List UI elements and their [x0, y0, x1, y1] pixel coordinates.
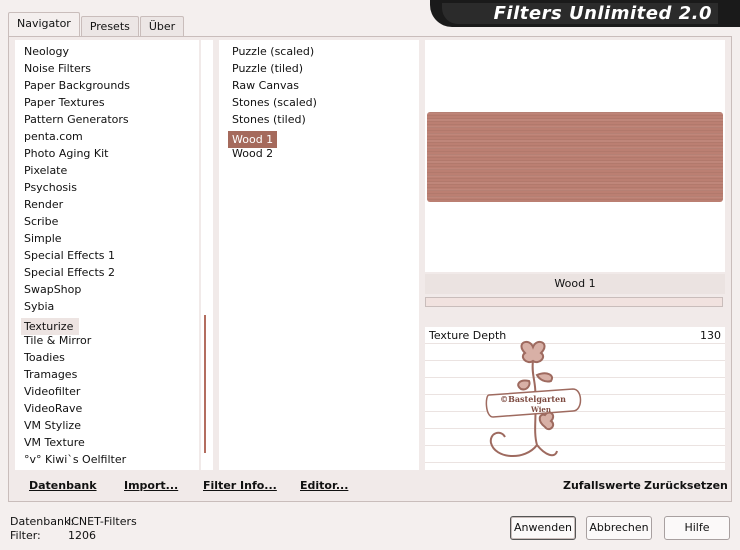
editor-button[interactable]: Editor...	[300, 477, 348, 495]
category-scrollbar-thumb[interactable]	[204, 315, 206, 453]
status-filter-value: 1206	[68, 529, 96, 542]
tab-presets[interactable]: Presets	[80, 16, 139, 36]
parameter-list: Texture Depth 130 ©Bastelgarten Wien	[425, 327, 725, 470]
category-item[interactable]: Simple	[15, 230, 199, 247]
status-db-label: Datenbank:	[10, 515, 75, 528]
category-item[interactable]: Render	[15, 196, 199, 213]
abbrechen-button[interactable]: Abbrechen	[586, 516, 652, 540]
filter-item[interactable]: Wood 2	[219, 145, 419, 162]
preview-area	[425, 40, 725, 272]
navigator-panel: Neology Noise Filters Paper Backgrounds Pap…	[8, 36, 732, 502]
category-item[interactable]: penta.com	[15, 128, 199, 145]
tab-bar: Navigator Presets Über	[8, 12, 185, 36]
status-db-value: ICNET-Filters	[68, 515, 137, 528]
wood-texture-preview	[427, 112, 723, 202]
category-item[interactable]: Noise Filters	[15, 60, 199, 77]
status-filter-label: Filter:	[10, 529, 41, 542]
filter-info-button[interactable]: Filter Info...	[203, 477, 277, 495]
category-item[interactable]: Paper Textures	[15, 94, 199, 111]
progress-bar	[425, 297, 723, 307]
watermark-line2: Wien	[530, 405, 551, 414]
category-item[interactable]: Toadies	[15, 349, 199, 366]
app-banner: Filters Unlimited 2.0	[430, 0, 740, 27]
category-item[interactable]: Paper Backgrounds	[15, 77, 199, 94]
filter-list[interactable]: Puzzle (scaled) Puzzle (tiled) Raw Canvas S…	[219, 40, 419, 470]
category-scroll-track[interactable]	[201, 40, 213, 470]
zuruecksetzen-button[interactable]: Zurücksetzen	[644, 477, 728, 495]
filter-item[interactable]: Stones (tiled)	[219, 111, 419, 128]
category-item[interactable]: Tramages	[15, 366, 199, 383]
datenbank-button[interactable]: Datenbank	[29, 477, 97, 495]
tab-navigator[interactable]: Navigator	[8, 12, 80, 36]
app-title: Filters Unlimited 2.0	[442, 3, 718, 24]
watermark-line1: ©Bastelgarten	[500, 394, 566, 404]
category-item[interactable]: VM Stylize	[15, 417, 199, 434]
category-item[interactable]: SwapShop	[15, 281, 199, 298]
tab-ueber[interactable]: Über	[139, 16, 185, 36]
category-item[interactable]: Special Effects 1	[15, 247, 199, 264]
category-item[interactable]: Scribe	[15, 213, 199, 230]
category-item[interactable]: Tile & Mirror	[15, 332, 199, 349]
category-item[interactable]: Neology	[15, 43, 199, 60]
category-item[interactable]: Psychosis	[15, 179, 199, 196]
category-item[interactable]: Pixelate	[15, 162, 199, 179]
category-item[interactable]: Special Effects 2	[15, 264, 199, 281]
anwenden-button[interactable]: Anwenden	[510, 516, 576, 540]
status-info: Datenbank:ICNET-Filters Filter: 1206	[10, 515, 137, 543]
zufallswerte-button[interactable]: Zufallswerte	[563, 477, 641, 495]
category-item[interactable]: Photo Aging Kit	[15, 145, 199, 162]
category-item[interactable]: Sybia	[15, 298, 199, 315]
category-item[interactable]: °v° Kiwi`s Oelfilter	[15, 451, 199, 468]
category-list[interactable]: Neology Noise Filters Paper Backgrounds Pap…	[15, 40, 199, 470]
category-item[interactable]: VM Texture	[15, 434, 199, 451]
import-button[interactable]: Import...	[124, 477, 178, 495]
watermark-flower-logo: ©Bastelgarten Wien	[485, 340, 582, 458]
category-item[interactable]: VideoRave	[15, 400, 199, 417]
hilfe-button[interactable]: Hilfe	[664, 516, 730, 540]
selected-filter-name: Wood 1	[425, 274, 725, 294]
filter-item[interactable]: Stones (scaled)	[219, 94, 419, 111]
category-item[interactable]: Pattern Generators	[15, 111, 199, 128]
param-value: 130	[700, 329, 721, 342]
filter-item[interactable]: Raw Canvas	[219, 77, 419, 94]
category-item[interactable]: Videofilter	[15, 383, 199, 400]
filter-item[interactable]: Puzzle (tiled)	[219, 60, 419, 77]
filter-item[interactable]: Puzzle (scaled)	[219, 43, 419, 60]
